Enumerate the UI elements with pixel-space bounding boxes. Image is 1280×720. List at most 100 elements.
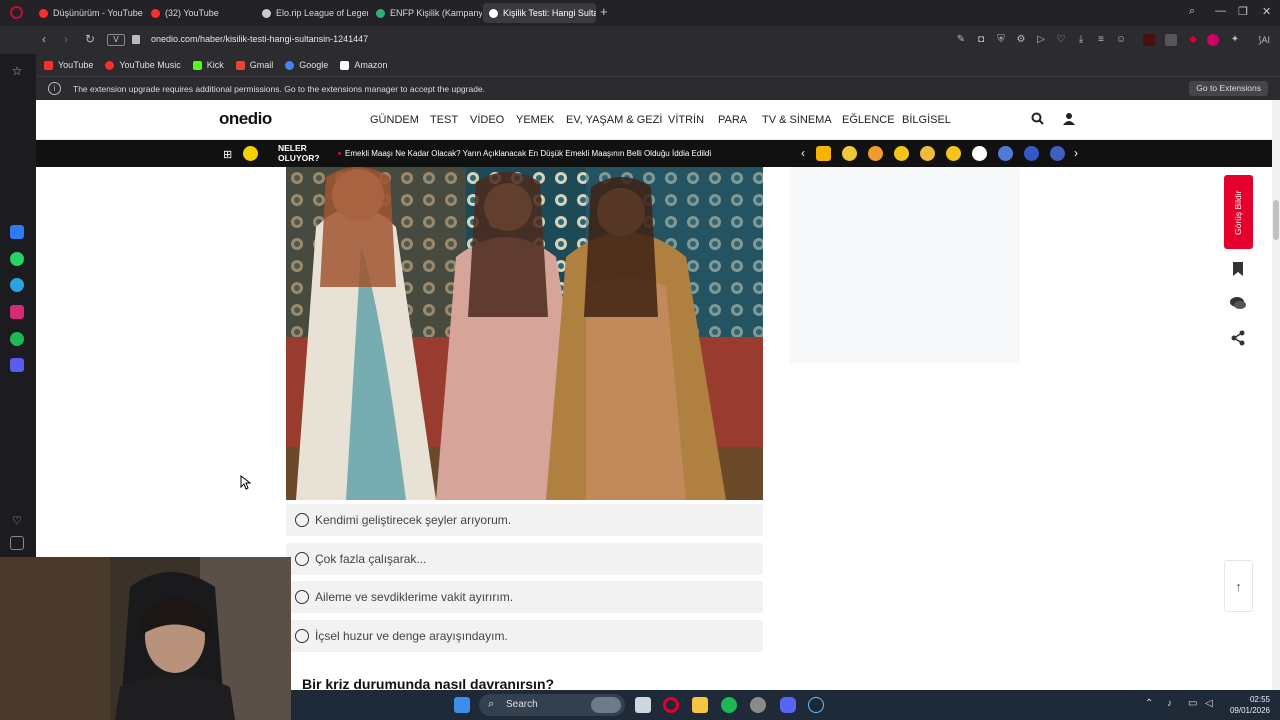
radio-button[interactable] — [295, 629, 309, 643]
display-icon[interactable]: ▭ — [1188, 698, 1197, 709]
nav-yemek[interactable]: YEMEK — [516, 114, 555, 126]
reaction-icon[interactable] — [946, 146, 961, 161]
download-icon[interactable]: ⤓ — [1075, 34, 1087, 46]
task-view-icon[interactable] — [635, 697, 651, 713]
radio-button[interactable] — [295, 590, 309, 604]
extension-icon[interactable] — [1143, 34, 1155, 46]
share-icon[interactable] — [1229, 330, 1247, 348]
spotify-icon[interactable] — [10, 332, 24, 346]
page-scrollbar[interactable] — [1272, 100, 1280, 690]
extension-icon[interactable]: ◆ — [1187, 34, 1199, 46]
shield-icon[interactable]: ⛨ — [995, 34, 1007, 46]
file-explorer-icon[interactable] — [692, 697, 708, 713]
opera-icon[interactable] — [663, 697, 679, 713]
reaction-icon[interactable] — [894, 146, 909, 161]
answer-option-2[interactable]: Çok fazla çalışarak... — [286, 543, 763, 575]
nav-ev-yasam-gezi[interactable]: EV, YAŞAM & GEZİ — [566, 114, 662, 126]
lock-icon[interactable] — [132, 35, 140, 44]
windows-start-icon[interactable] — [454, 697, 470, 713]
user-icon[interactable] — [1063, 112, 1075, 125]
reload-icon[interactable]: ↻ — [85, 32, 95, 46]
back-icon[interactable]: ‹ — [42, 32, 46, 46]
heart-icon[interactable]: ♡ — [10, 514, 24, 528]
nav-vitrin[interactable]: VİTRİN — [668, 114, 704, 126]
spotify-icon[interactable] — [721, 697, 737, 713]
nav-para[interactable]: PARA — [718, 114, 747, 126]
reaction-icon[interactable] — [816, 146, 831, 161]
tab-5-active[interactable]: Kişilik Testi: Hangi Sultansın — [483, 3, 596, 23]
reaction-icon[interactable] — [868, 146, 883, 161]
bookmark-kick[interactable]: Kick — [192, 60, 224, 70]
reaction-icon[interactable] — [842, 146, 857, 161]
answer-option-1[interactable]: Kendimi geliştirecek şeyler arıyorum. — [286, 504, 763, 536]
app-icon[interactable] — [750, 697, 766, 713]
extensions-puzzle-icon[interactable]: ✦ — [1229, 34, 1241, 46]
extension-icon[interactable] — [1207, 34, 1219, 46]
history-icon[interactable] — [10, 536, 24, 550]
chevron-left-icon[interactable]: ‹ — [801, 146, 805, 160]
bookmark-amazon[interactable]: Amazon — [340, 60, 387, 70]
player-icon[interactable] — [10, 358, 24, 372]
taskbar-search[interactable]: ⌕ Search — [479, 694, 625, 716]
search-tabs-icon[interactable]: ⌕ — [1189, 5, 1195, 18]
search-icon[interactable] — [1031, 112, 1044, 125]
browser-logo-icon[interactable] — [10, 6, 23, 19]
url-field[interactable]: onedio.com/haber/kisilik-testi-hangi-sul… — [151, 34, 368, 44]
star-icon[interactable]: ☆ — [10, 64, 24, 78]
ticker-headline[interactable]: Emekli Maaşı Ne Kadar Olacak? Yarın Açık… — [345, 149, 711, 158]
bookmark-gmail[interactable]: Gmail — [235, 60, 273, 70]
menu-icon[interactable]: ≡ — [1095, 34, 1107, 46]
vpn-icon[interactable]: ⚙ — [1015, 34, 1027, 46]
minimize-button[interactable]: — — [1215, 5, 1226, 17]
bookmark-icon[interactable] — [1229, 261, 1247, 279]
feedback-button[interactable]: Görüş Bildir — [1224, 175, 1253, 249]
comments-icon[interactable] — [1229, 295, 1247, 313]
chevron-right-icon[interactable]: › — [1074, 146, 1078, 160]
radio-button[interactable] — [295, 513, 309, 527]
tab-1[interactable]: Düşünürüm - YouTube — [33, 3, 145, 23]
answer-option-4[interactable]: İçsel huzur ve denge arayışındayım. — [286, 620, 763, 652]
close-window-button[interactable]: ✕ — [1262, 5, 1271, 18]
telegram-icon[interactable] — [10, 278, 24, 292]
microphone-icon[interactable]: ♪ — [1167, 698, 1172, 709]
reaction-icon[interactable] — [1024, 146, 1039, 161]
extension-icon[interactable] — [1165, 34, 1177, 46]
steam-icon[interactable] — [808, 697, 824, 713]
volume-icon[interactable]: ◁ — [1205, 698, 1213, 709]
nav-tv-sinema[interactable]: TV & SİNEMA — [762, 114, 832, 126]
grid-icon[interactable]: ⊞ — [223, 148, 232, 161]
reaction-icon[interactable] — [920, 146, 935, 161]
ai-icon[interactable]: ⟆AI — [1252, 34, 1276, 46]
tray-chevron-icon[interactable]: ⌃ — [1145, 698, 1153, 709]
reaction-icon[interactable] — [1050, 146, 1065, 161]
nav-test[interactable]: TEST — [430, 114, 458, 126]
play-icon[interactable]: ▷ — [1035, 34, 1047, 46]
heart-icon[interactable]: ♡ — [1055, 34, 1067, 46]
tab-3[interactable]: Elo.rip League of Legends — [256, 3, 368, 23]
whatsapp-icon[interactable] — [10, 252, 24, 266]
nav-eglence[interactable]: EĞLENCE — [842, 114, 895, 126]
site-badge[interactable]: V — [107, 34, 125, 46]
nav-bilgisel[interactable]: BİLGİSEL — [902, 114, 951, 126]
site-logo[interactable]: onedio — [219, 109, 272, 129]
profile-icon[interactable]: ☺ — [1115, 34, 1127, 46]
camera-icon[interactable]: ◘ — [975, 34, 987, 46]
nav-video[interactable]: VİDEO — [470, 114, 504, 126]
bookmark-google[interactable]: Google — [285, 60, 328, 70]
discord-icon[interactable] — [780, 697, 796, 713]
messenger-icon[interactable] — [10, 225, 24, 239]
forward-icon[interactable]: › — [64, 32, 68, 46]
reaction-icon[interactable] — [998, 146, 1013, 161]
tab-4[interactable]: ENFP Kişilik (Kampanyacı) — [370, 3, 482, 23]
scrollbar-thumb[interactable] — [1273, 200, 1279, 240]
new-tab-button[interactable]: + — [600, 4, 608, 19]
reaction-icon[interactable] — [972, 146, 987, 161]
maximize-button[interactable]: ❐ — [1238, 5, 1248, 18]
bookmark-youtube[interactable]: YouTube — [44, 60, 93, 70]
bookmark-youtube-music[interactable]: YouTube Music — [105, 60, 181, 70]
go-to-extensions-button[interactable]: Go to Extensions — [1189, 81, 1268, 96]
nav-gundem[interactable]: GÜNDEM — [370, 114, 419, 126]
taskbar-clock[interactable]: 02:55 09/01/2026 — [1230, 694, 1270, 716]
instagram-icon[interactable] — [10, 305, 24, 319]
radio-button[interactable] — [295, 552, 309, 566]
